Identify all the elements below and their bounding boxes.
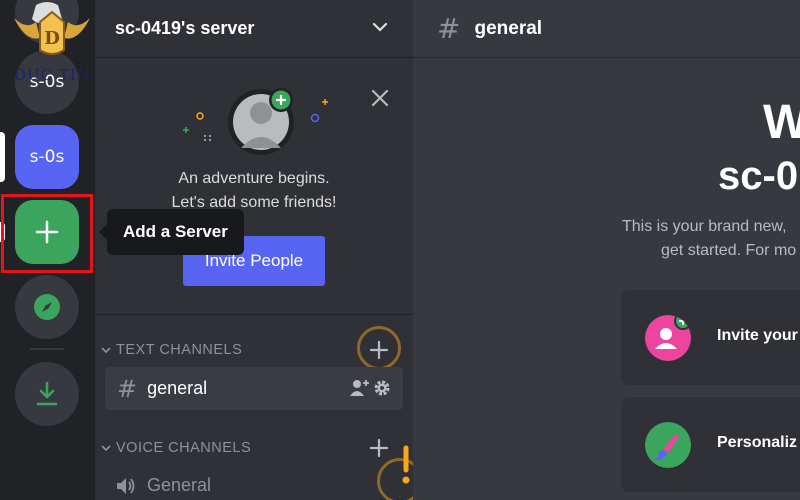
- category-label: VOICE CHANNELS: [116, 440, 252, 456]
- selected-indicator: [0, 132, 5, 182]
- gear-icon[interactable]: [373, 379, 391, 397]
- download-icon: [36, 381, 58, 406]
- watermark-logo: D DUC TIN: [6, 8, 98, 84]
- download-apps-button[interactable]: [15, 362, 79, 426]
- highlight-box: [1, 194, 93, 273]
- server-rail: s-0s D DUC TIN s-0s: [0, 0, 95, 500]
- exclamation-icon: [402, 445, 410, 484]
- welcome-description-line2: get started. For mo: [661, 242, 797, 259]
- channel-name: general: [147, 378, 208, 398]
- explore-servers-button[interactable]: [15, 275, 79, 339]
- chevron-down-icon: [372, 22, 388, 32]
- friends-illustration: [183, 88, 328, 155]
- compass-icon: [34, 294, 60, 320]
- create-channel-plus-icon[interactable]: [367, 338, 391, 362]
- welcome-description-line1: This is your brand new,: [622, 218, 787, 235]
- hash-icon: #: [437, 12, 461, 45]
- personalize-brush-icon: [645, 422, 691, 468]
- channel-header: # general: [413, 0, 800, 58]
- main-content: # general W sc-0 This is your brand new,…: [413, 0, 800, 500]
- chevron-down-icon: [101, 445, 111, 452]
- personalize-card[interactable]: Personaliz: [621, 397, 800, 492]
- invite-friends-card[interactable]: Invite your: [621, 290, 800, 385]
- server-header[interactable]: sc-0419's server: [95, 0, 413, 58]
- invite-card-line1: An adventure begins.: [178, 170, 330, 187]
- category-label: TEXT CHANNELS: [116, 342, 243, 358]
- rail-divider: [30, 348, 64, 350]
- watermark-text: DUC TIN: [14, 66, 91, 84]
- sidebar-divider: [95, 314, 413, 315]
- action-label: Personaliz: [717, 434, 798, 451]
- channel-item-general[interactable]: # general: [105, 367, 403, 410]
- welcome-heading-line1: W: [763, 96, 800, 149]
- tooltip-text: Add a Server: [123, 222, 228, 241]
- svg-text:D: D: [44, 28, 60, 49]
- server-name: sc-0419's server: [115, 18, 255, 38]
- voice-channel-general[interactable]: General: [115, 475, 211, 496]
- create-invite-icon[interactable]: [349, 378, 371, 398]
- category-text-channels[interactable]: TEXT CHANNELS: [101, 340, 242, 360]
- welcome-heading-line2: sc-0: [718, 154, 799, 198]
- server-icon-s0s-selected[interactable]: s-0s: [15, 125, 79, 189]
- server-icon-label: s-0s: [29, 147, 65, 167]
- create-channel-plus-icon[interactable]: [367, 436, 391, 460]
- voice-channel-name: General: [147, 475, 212, 495]
- add-server-tooltip: Add a Server: [99, 209, 244, 255]
- category-voice-channels[interactable]: VOICE CHANNELS: [101, 438, 251, 458]
- action-label: Invite your: [717, 327, 798, 344]
- channel-title: general: [474, 17, 543, 39]
- invite-friends-icon: [645, 315, 691, 361]
- chevron-down-icon: [101, 347, 111, 354]
- hash-icon: #: [117, 374, 138, 403]
- speaker-icon: [117, 477, 135, 494]
- close-icon[interactable]: [370, 88, 390, 108]
